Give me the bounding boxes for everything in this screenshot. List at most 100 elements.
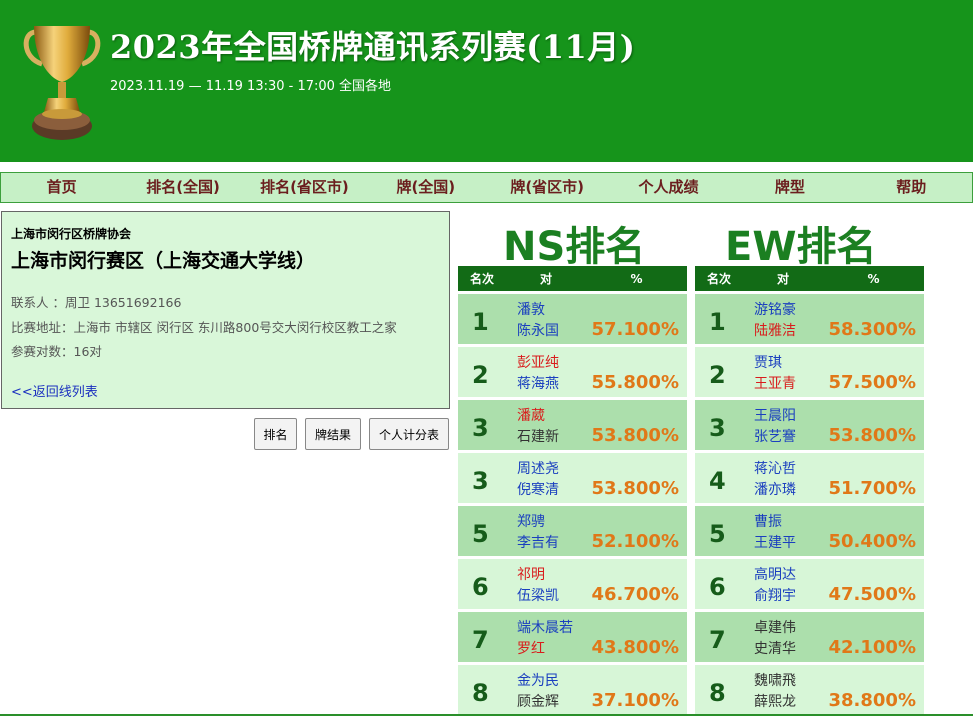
rank-number: 2 bbox=[709, 361, 726, 389]
score-percentage: 57.100% bbox=[591, 319, 680, 340]
score-percentage: 47.500% bbox=[828, 584, 917, 605]
score-percentage: 43.800% bbox=[591, 637, 680, 658]
ew-ranking-table: 名次 对 % 1 游铭豪 陆雅洁 58.300% 2 贾琪 王亚青 57.500% 3 王晨阳 张艺… bbox=[695, 266, 924, 715]
ew-header-pair: 对 bbox=[776, 272, 789, 286]
nav-rank-national[interactable]: 排名(全国) bbox=[122, 173, 243, 202]
rank-number: 5 bbox=[709, 520, 726, 548]
ew-ranking-row: 8 魏啸飛 薛熙龙 38.800% bbox=[695, 665, 924, 715]
contact-info: 联系人 ：周卫 13651692166 bbox=[11, 295, 182, 310]
player-2-name[interactable]: 张艺謇 bbox=[754, 426, 796, 446]
player-1-name[interactable]: 祁明 bbox=[517, 564, 545, 584]
ns-header-pair: 对 bbox=[539, 272, 552, 286]
ns-ranking-row: 5 郑骋 李吉有 52.100% bbox=[458, 506, 687, 556]
score-percentage: 46.700% bbox=[591, 584, 680, 605]
ew-ranking-row: 7 卓建伟 史清华 42.100% bbox=[695, 612, 924, 662]
rank-number: 3 bbox=[472, 414, 489, 442]
score-percentage: 53.800% bbox=[591, 478, 680, 499]
score-percentage: 58.300% bbox=[828, 319, 917, 340]
player-1-name[interactable]: 游铭豪 bbox=[754, 299, 796, 319]
ranking-button[interactable]: 排名 bbox=[254, 418, 297, 450]
score-percentage: 55.800% bbox=[591, 372, 680, 393]
ns-header-rank: 名次 bbox=[469, 272, 494, 286]
player-2-name[interactable]: 罗红 bbox=[517, 638, 545, 658]
player-2-name[interactable]: 顾金辉 bbox=[517, 691, 559, 711]
player-1-name[interactable]: 高明达 bbox=[754, 564, 796, 584]
player-1-name[interactable]: 蒋沁哲 bbox=[754, 458, 796, 478]
rank-number: 8 bbox=[709, 679, 726, 707]
nav-boards-province[interactable]: 牌(省区市) bbox=[487, 173, 608, 202]
score-percentage: 53.800% bbox=[591, 425, 680, 446]
player-2-name[interactable]: 史清华 bbox=[754, 638, 796, 658]
player-1-name[interactable]: 端木晨若 bbox=[517, 617, 573, 637]
rank-number: 7 bbox=[709, 626, 726, 654]
player-1-name[interactable]: 贾琪 bbox=[754, 352, 782, 372]
player-1-name[interactable]: 魏啸飛 bbox=[754, 670, 796, 690]
nav-home[interactable]: 首页 bbox=[1, 173, 122, 202]
ew-header-pct: % bbox=[867, 271, 880, 286]
player-2-name[interactable]: 俞翔宇 bbox=[754, 585, 796, 605]
page-title: 2023年全国桥牌通讯系列赛(11月) bbox=[110, 28, 636, 66]
player-1-name[interactable]: 王晨阳 bbox=[754, 405, 796, 425]
rank-number: 6 bbox=[709, 573, 726, 601]
ew-header-rank: 名次 bbox=[706, 272, 731, 286]
player-2-name[interactable]: 薛熙龙 bbox=[754, 691, 796, 711]
player-2-name[interactable]: 伍梁凯 bbox=[517, 585, 559, 605]
nav-rank-province[interactable]: 排名(省区市) bbox=[244, 173, 365, 202]
player-1-name[interactable]: 潘葳 bbox=[517, 405, 545, 425]
ew-ranking-title: EW排名 bbox=[725, 224, 877, 270]
player-1-name[interactable]: 曹振 bbox=[754, 511, 782, 531]
player-2-name[interactable]: 蒋海燕 bbox=[517, 373, 559, 393]
player-2-name[interactable]: 陆雅洁 bbox=[754, 320, 796, 340]
player-1-name[interactable]: 彭亚纯 bbox=[517, 352, 559, 372]
page-header: 2023年全国桥牌通讯系列赛(11月) 2023.11.19 — 11.19 1… bbox=[0, 0, 973, 162]
player-1-name[interactable]: 郑骋 bbox=[517, 511, 545, 531]
score-percentage: 57.500% bbox=[828, 372, 917, 393]
rank-number: 6 bbox=[472, 573, 489, 601]
board-results-button[interactable]: 牌结果 bbox=[305, 418, 361, 450]
player-1-name[interactable]: 金为民 bbox=[517, 670, 559, 690]
ew-table-header: 名次 对 % bbox=[695, 266, 924, 291]
ns-header-pct: % bbox=[630, 271, 643, 286]
ew-ranking-row: 4 蒋沁哲 潘亦璘 51.700% bbox=[695, 453, 924, 503]
rank-number: 3 bbox=[472, 467, 489, 495]
player-1-name[interactable]: 潘敦 bbox=[517, 299, 545, 319]
ns-ranking-table: 名次 对 % 1 潘敦 陈永国 57.100% 2 彭亚纯 蒋海燕 55.800% 3 潘葳 石建新… bbox=[458, 266, 687, 715]
ns-ranking-title: NS排名 bbox=[503, 224, 646, 270]
ew-ranking-row: 6 高明达 俞翔宇 47.500% bbox=[695, 559, 924, 609]
player-2-name[interactable]: 陈永国 bbox=[517, 320, 559, 340]
nav-personal-results[interactable]: 个人成绩 bbox=[608, 173, 729, 202]
rank-number: 7 bbox=[472, 626, 489, 654]
player-2-name[interactable]: 李吉有 bbox=[517, 532, 559, 552]
ns-table-header: 名次 对 % bbox=[458, 266, 687, 291]
venue-info-panel: 上海市闵行区桥牌协会 上海市闵行赛区（上海交通大学线） 联系人 ：周卫 1365… bbox=[1, 211, 450, 409]
ns-ranking-row: 3 潘葳 石建新 53.800% bbox=[458, 400, 687, 450]
score-percentage: 51.700% bbox=[828, 478, 917, 499]
trophy-icon bbox=[23, 26, 101, 140]
nav-boards-national[interactable]: 牌(全国) bbox=[365, 173, 486, 202]
nav-help[interactable]: 帮助 bbox=[851, 173, 972, 202]
organizer-name: 上海市闵行区桥牌协会 bbox=[11, 227, 132, 241]
player-2-name[interactable]: 倪寒清 bbox=[517, 479, 559, 499]
ew-ranking-row: 2 贾琪 王亚青 57.500% bbox=[695, 347, 924, 397]
player-2-name[interactable]: 潘亦璘 bbox=[754, 479, 796, 499]
nav-hand-types[interactable]: 牌型 bbox=[729, 173, 850, 202]
ns-ranking-row: 7 端木晨若 罗红 43.800% bbox=[458, 612, 687, 662]
ew-ranking-row: 5 曹振 王建平 50.400% bbox=[695, 506, 924, 556]
player-1-name[interactable]: 周述尧 bbox=[517, 458, 559, 478]
ns-ranking-row: 8 金为民 顾金辉 37.100% bbox=[458, 665, 687, 715]
ew-ranking-row: 3 王晨阳 张艺謇 53.800% bbox=[695, 400, 924, 450]
player-1-name[interactable]: 卓建伟 bbox=[754, 617, 796, 637]
main-nav: 首页 排名(全国) 排名(省区市) 牌(全国) 牌(省区市) 个人成绩 牌型 帮… bbox=[0, 172, 973, 203]
score-percentage: 42.100% bbox=[828, 637, 917, 658]
player-2-name[interactable]: 王亚青 bbox=[754, 373, 796, 393]
score-percentage: 50.400% bbox=[828, 531, 917, 552]
player-2-name[interactable]: 王建平 bbox=[754, 532, 796, 552]
event-date-time: 2023.11.19 — 11.19 13:30 - 17:00 全国各地 bbox=[110, 79, 392, 94]
personal-score-button[interactable]: 个人计分表 bbox=[369, 418, 449, 450]
rank-number: 1 bbox=[472, 308, 489, 336]
player-2-name[interactable]: 石建新 bbox=[517, 426, 559, 446]
score-percentage: 38.800% bbox=[828, 690, 917, 711]
back-to-lines-link[interactable]: <<返回线列表 bbox=[11, 381, 98, 400]
ns-ranking-row: 2 彭亚纯 蒋海燕 55.800% bbox=[458, 347, 687, 397]
rank-number: 4 bbox=[709, 467, 726, 495]
